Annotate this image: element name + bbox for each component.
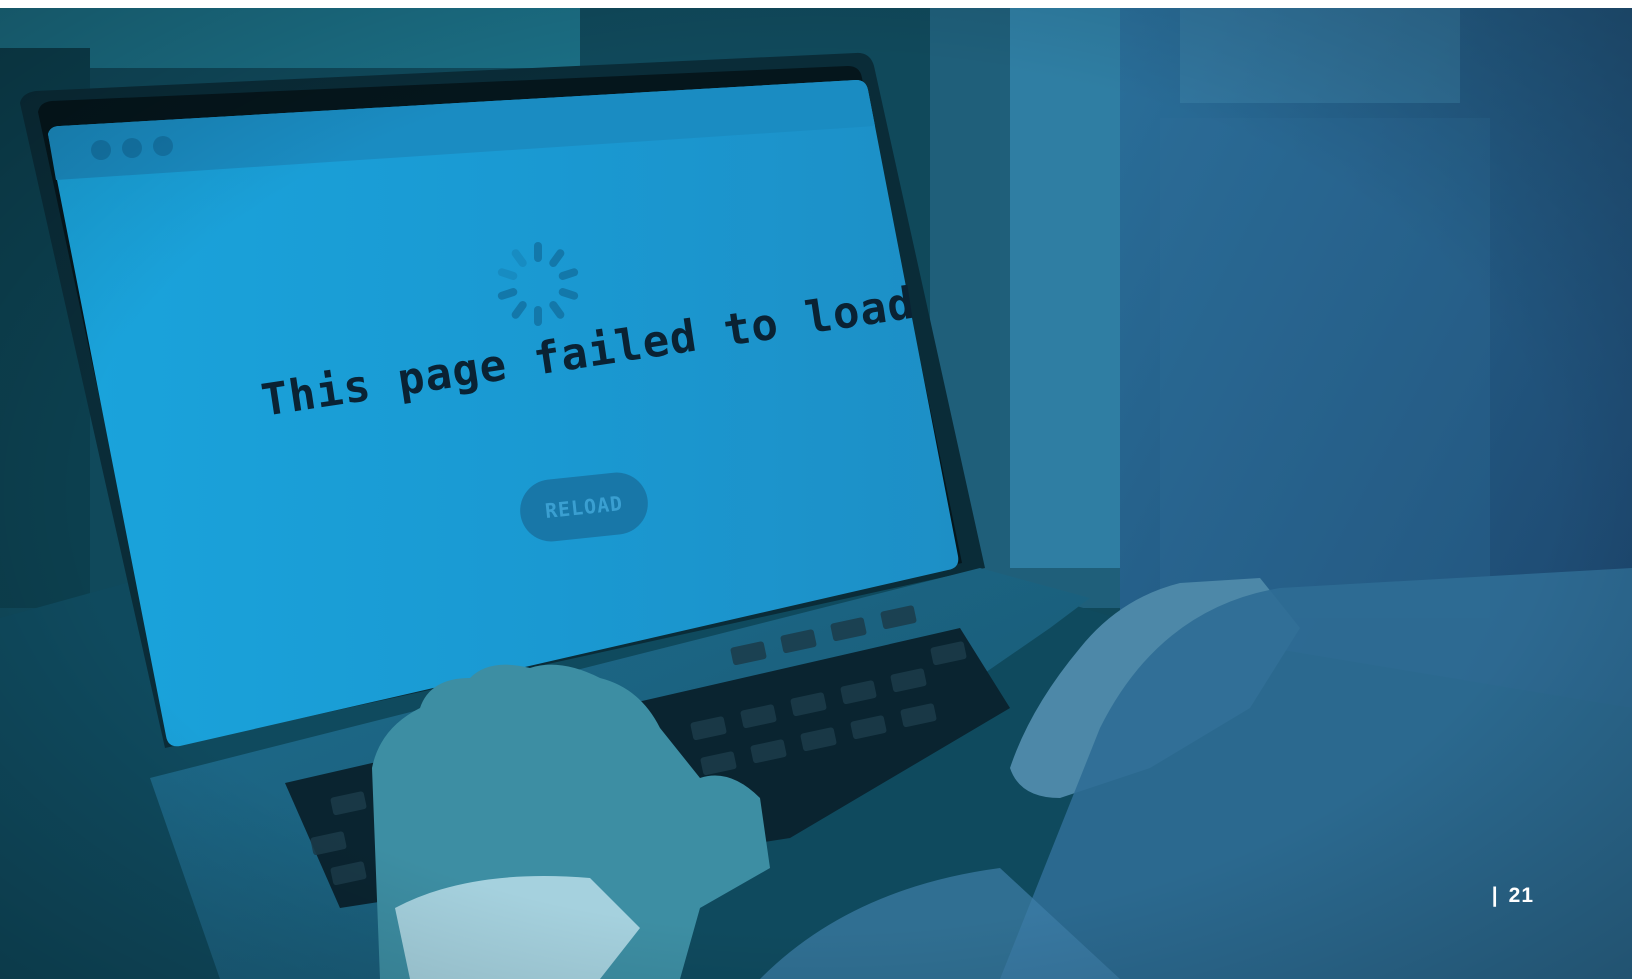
photo: This page failed to load RELOAD xyxy=(0,8,1632,979)
page-separator: | xyxy=(1491,884,1499,907)
page-number: | 21 xyxy=(1492,884,1534,908)
slide: This page failed to load RELOAD | 21 xyxy=(0,0,1632,979)
page-number-value: 21 xyxy=(1508,884,1534,907)
